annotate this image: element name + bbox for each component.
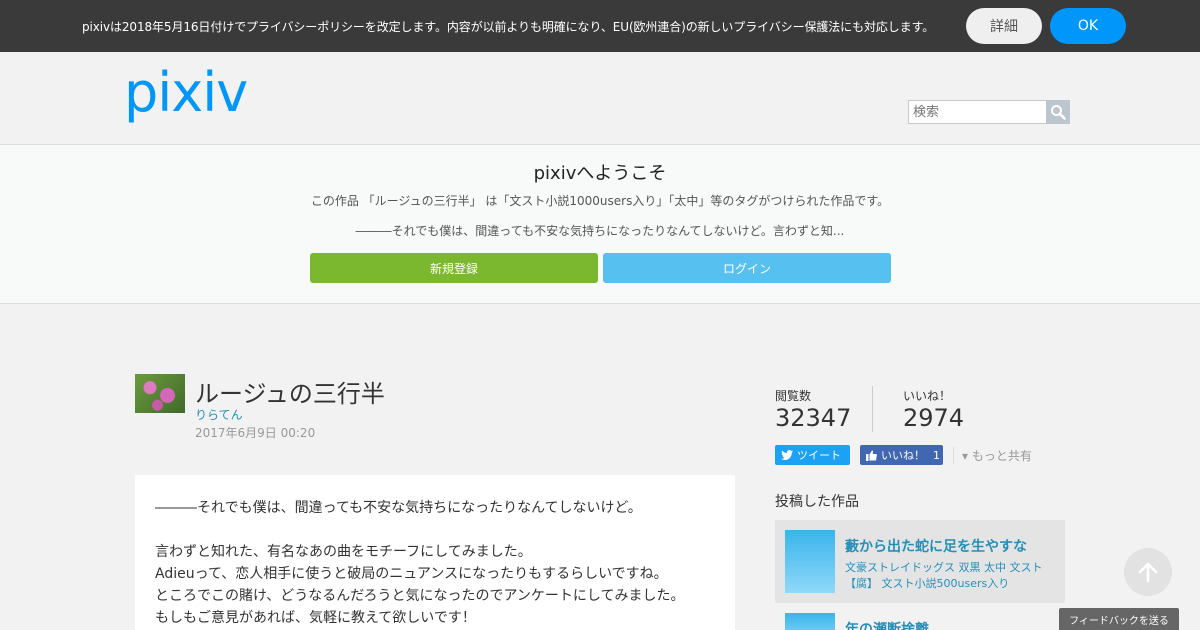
posted-works-heading: 投稿した作品: [775, 494, 859, 510]
welcome-excerpt: ―――それでも僕は、間違っても不安な気持ちになったりなんてしないけど。言わずと知…: [355, 224, 845, 238]
text-line: [155, 519, 715, 541]
scroll-to-top-button[interactable]: [1124, 548, 1172, 596]
views-label: 閲覧数: [775, 389, 812, 403]
work-title: ルージュの三行半: [195, 380, 385, 408]
likes-label: いいね！: [903, 389, 952, 403]
more-share-link[interactable]: ▾ もっと共有: [953, 447, 1032, 464]
thumbs-up-icon: [866, 450, 877, 461]
tweet-button[interactable]: ツイート: [775, 445, 850, 465]
facebook-like-button[interactable]: いいね！ 1: [860, 445, 943, 465]
likes-value: 2974: [903, 404, 965, 432]
post-date: 2017年6月9日 00:20: [195, 426, 316, 440]
like-label: いいね！: [881, 449, 925, 462]
like-count: 1: [933, 448, 940, 462]
posted-work-title[interactable]: 藪から出た蛇に足を生やすな: [845, 536, 1027, 556]
posted-work-thumbnail[interactable]: [785, 613, 835, 630]
text-line: Adieuって、恋人相手に使うと破局のニュアンスになったりもするらしいですね。: [155, 566, 668, 582]
site-header: pixiv: [0, 52, 1200, 144]
signup-button[interactable]: 新規登録: [310, 253, 598, 283]
stats-divider: [872, 386, 873, 432]
search-icon: [1051, 105, 1066, 120]
search-button[interactable]: [1046, 100, 1070, 124]
privacy-ok-button[interactable]: OK: [1050, 8, 1126, 44]
privacy-banner-text: pixivは2018年5月16日付けでプライバシーポリシーを改定します。内容が以…: [82, 20, 935, 34]
views-value: 32347: [775, 404, 852, 432]
posted-work-thumbnail[interactable]: [785, 530, 835, 593]
welcome-title: pixivへようこそ: [533, 163, 667, 184]
posted-work-tags[interactable]: 文豪ストレイドッグス 双黒 太中 文スト【腐】 文スト小説500users入り: [845, 560, 1055, 592]
welcome-panel: pixivへようこそ この作品 「ルージュの三行半」 は「文スト小説1000us…: [0, 144, 1200, 304]
feedback-button[interactable]: フィードバックを送る: [1059, 608, 1179, 630]
login-button[interactable]: ログイン: [603, 253, 891, 283]
text-line: 言わずと知れた、有名なあの曲をモチーフにしてみました。: [155, 544, 532, 560]
text-line: もしもご意見があれば、気軽に教えて欲しいです！: [155, 610, 476, 626]
novel-text-box: ―――それでも僕は、間違っても不安な気持ちになったりなんてしないけど。 言わずと…: [135, 475, 735, 630]
privacy-detail-button[interactable]: 詳細: [966, 8, 1042, 44]
posted-work-item[interactable]: 年の瀬断捨離: [775, 611, 1065, 630]
welcome-description: この作品 「ルージュの三行半」 は「文スト小説1000users入り」「太中」等…: [310, 194, 890, 208]
pixiv-logo[interactable]: pixiv: [124, 66, 248, 120]
search-input[interactable]: [908, 100, 1047, 124]
author-link[interactable]: りらてん: [195, 406, 243, 423]
posted-work-title[interactable]: 年の瀬断捨離: [845, 619, 929, 630]
privacy-banner: pixivは2018年5月16日付けでプライバシーポリシーを改定します。内容が以…: [0, 0, 1200, 52]
author-avatar[interactable]: [135, 374, 185, 413]
text-line: ―――それでも僕は、間違っても不安な気持ちになったりなんてしないけど。: [155, 500, 642, 516]
posted-work-item[interactable]: 藪から出た蛇に足を生やすな 文豪ストレイドッグス 双黒 太中 文スト【腐】 文ス…: [775, 520, 1065, 603]
tweet-label: ツイート: [797, 449, 841, 462]
arrow-up-icon: [1138, 562, 1158, 583]
text-line: ところでこの賭け、どうなるんだろうと気になったのでアンケートにしてみました。: [155, 588, 685, 604]
twitter-bird-icon: [781, 450, 793, 460]
